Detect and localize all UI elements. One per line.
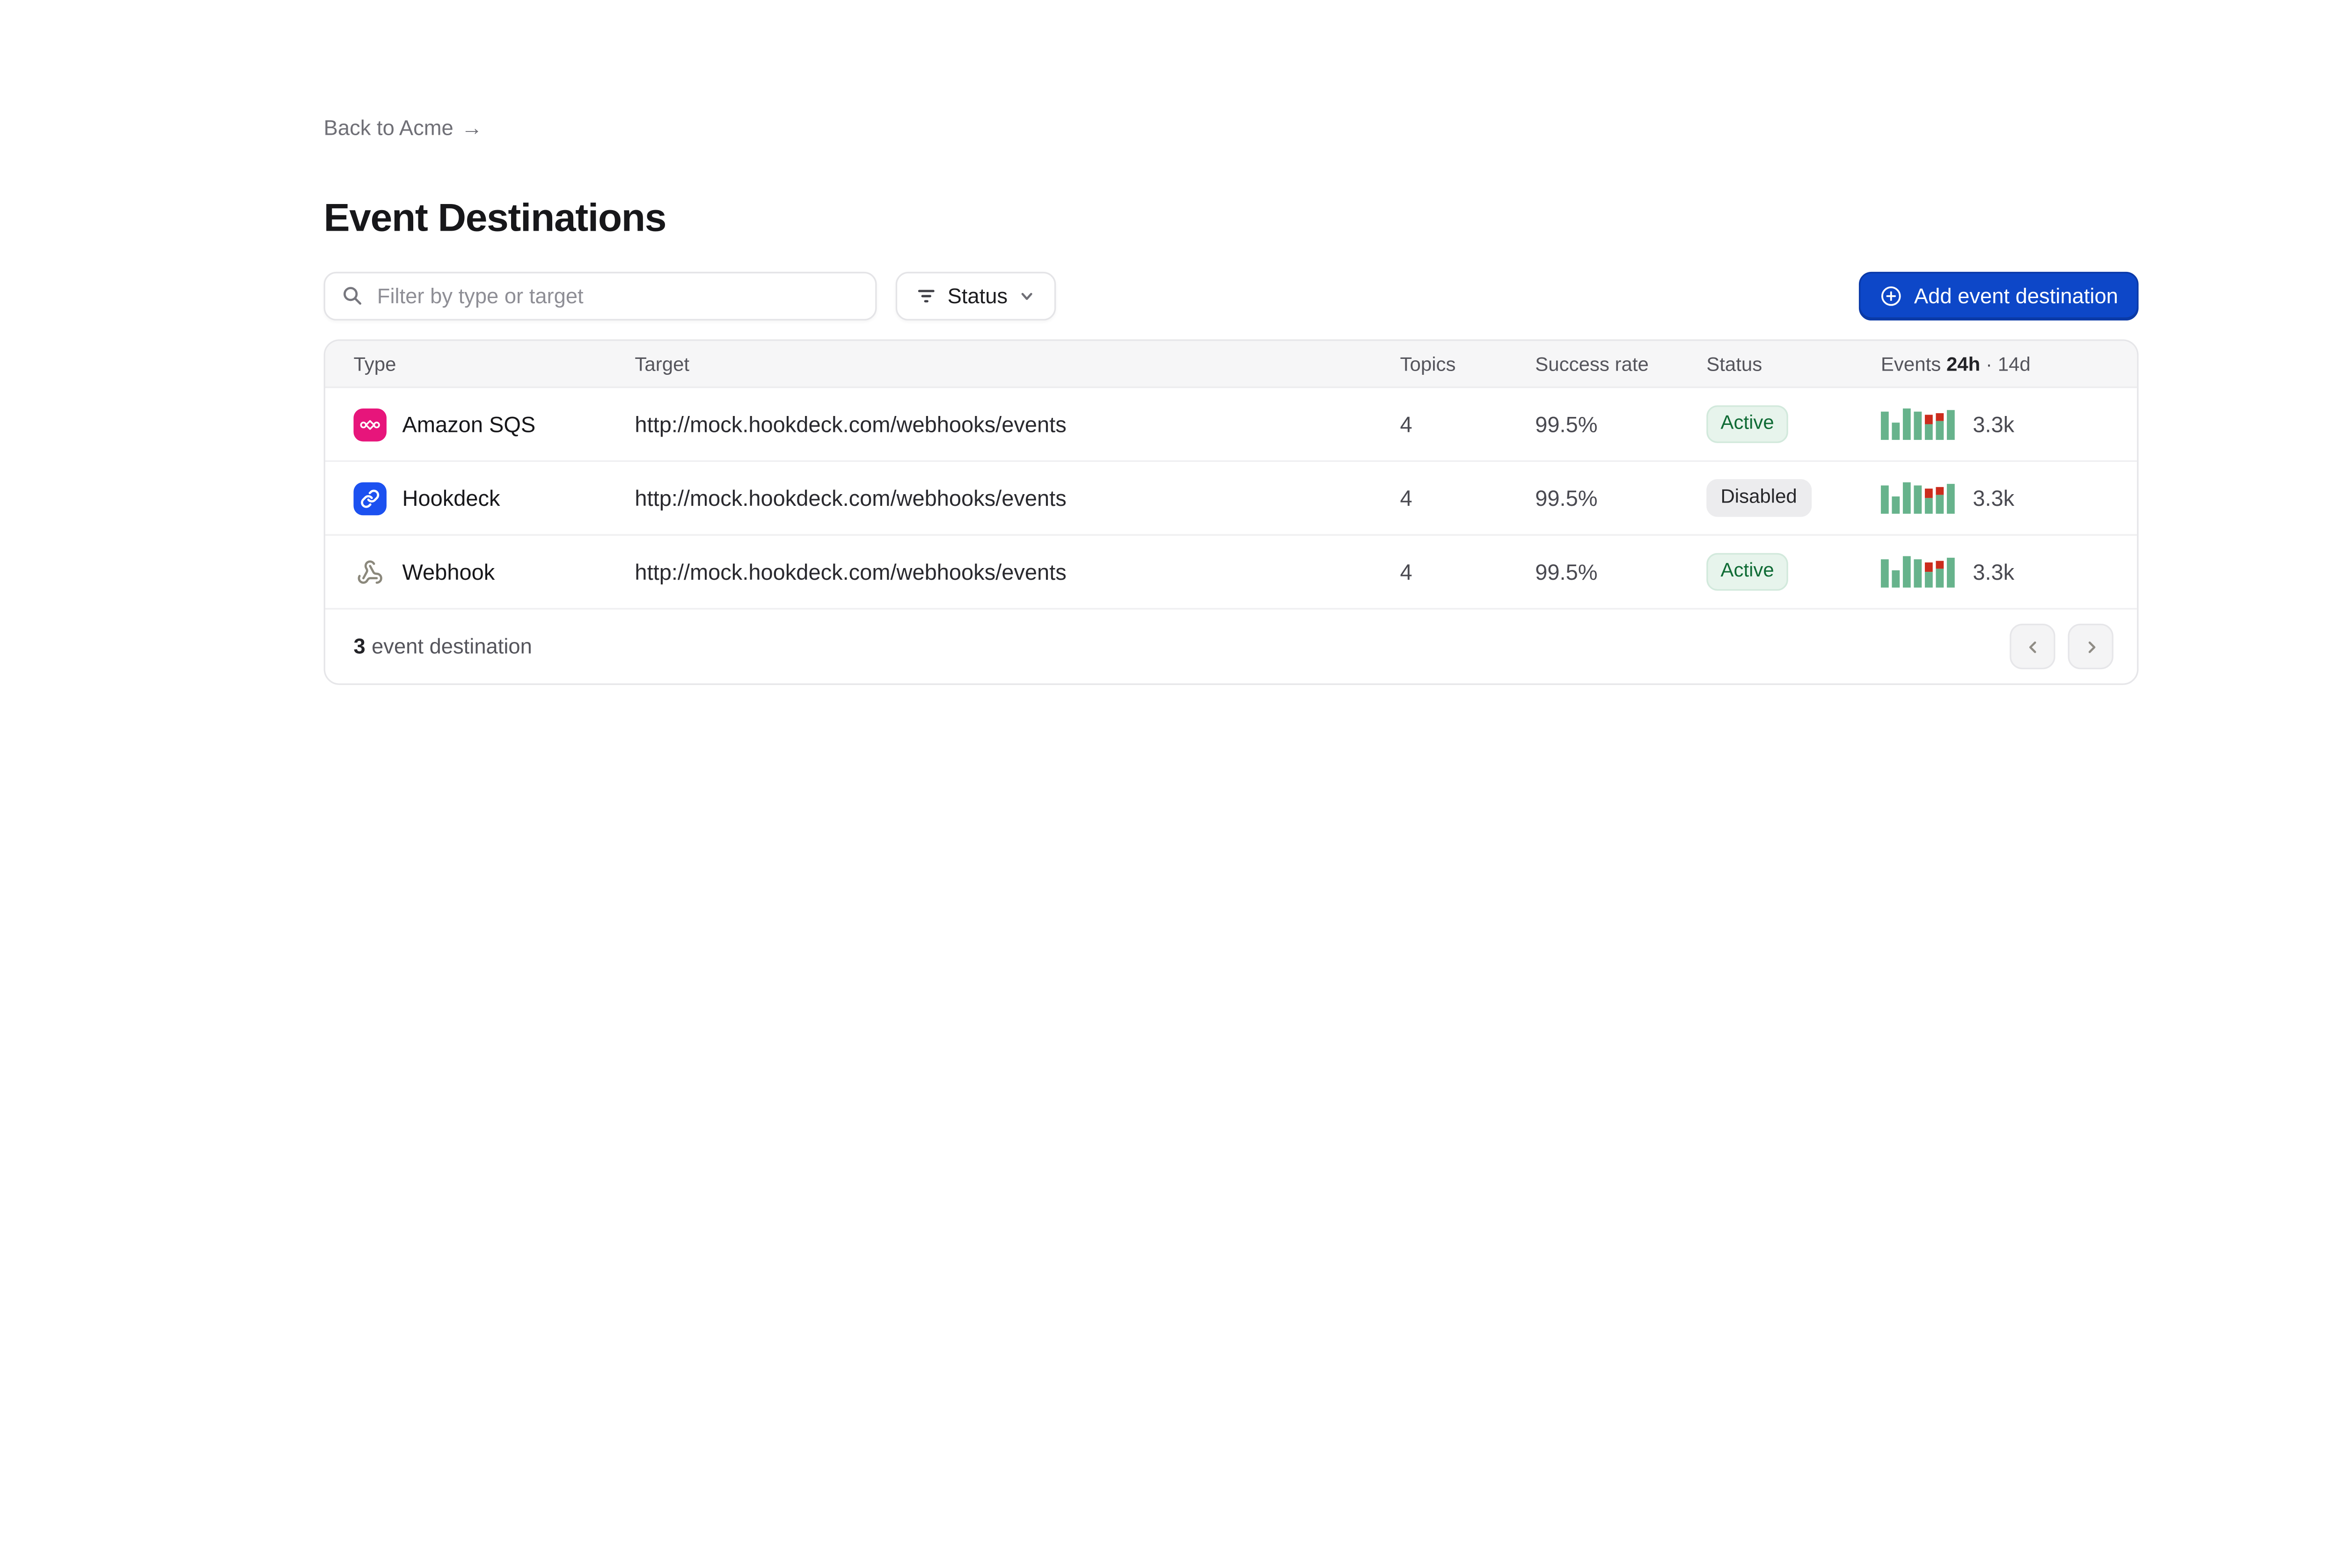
events-count: 3.3k — [1973, 559, 2014, 584]
col-header-events: Events 24h · 14d — [1881, 353, 2137, 375]
add-event-destination-button[interactable]: Add event destination — [1859, 272, 2138, 321]
type-cell: Hookdeck — [325, 481, 635, 515]
table-row-webhook[interactable]: Webhook http://mock.hookdeck.com/webhook… — [325, 536, 2137, 610]
success-rate-cell: 99.5% — [1535, 559, 1706, 584]
status-cell: Disabled — [1706, 480, 1881, 517]
table-row-amazon-sqs[interactable]: Amazon SQS http://mock.hookdeck.com/webh… — [325, 388, 2137, 462]
target-cell: http://mock.hookdeck.com/webhooks/events — [635, 412, 1400, 437]
topics-cell: 4 — [1400, 559, 1536, 584]
events-cell: 3.3k — [1881, 408, 2137, 440]
events-cell: 3.3k — [1881, 556, 2137, 588]
destination-type-label: Amazon SQS — [402, 412, 536, 437]
target-cell: http://mock.hookdeck.com/webhooks/events — [635, 559, 1400, 584]
table-row-hookdeck[interactable]: Hookdeck http://mock.hookdeck.com/webhoo… — [325, 462, 2137, 536]
hookdeck-icon — [353, 481, 387, 515]
events-sparkline — [1881, 556, 1954, 588]
chevron-down-icon — [1019, 287, 1036, 305]
event-destinations-page: Back to Acme → Event Destinations Status — [0, 0, 2340, 1568]
chevron-right-icon — [2081, 637, 2100, 656]
page-title: Event Destinations — [324, 197, 2139, 242]
event-destinations-table: Type Target Topics Success rate Status E… — [324, 339, 2139, 685]
status-filter-button[interactable]: Status — [896, 272, 1056, 321]
target-cell: http://mock.hookdeck.com/webhooks/events — [635, 485, 1400, 511]
events-sparkline — [1881, 482, 1954, 514]
status-filter-label: Status — [948, 284, 1008, 308]
status-cell: Active — [1706, 553, 1881, 590]
destination-type-label: Hookdeck — [402, 485, 500, 511]
amazon-sqs-icon — [353, 408, 387, 441]
status-badge: Disabled — [1706, 480, 1811, 517]
destination-type-label: Webhook — [402, 559, 495, 584]
col-header-status: Status — [1706, 353, 1881, 375]
col-header-success-rate: Success rate — [1535, 353, 1706, 375]
back-link-label: Back to Acme — [324, 116, 453, 139]
type-cell: Amazon SQS — [325, 408, 635, 441]
content-area: Back to Acme → Event Destinations Status — [324, 0, 2139, 685]
events-cell: 3.3k — [1881, 482, 2137, 514]
status-cell: Active — [1706, 406, 1881, 443]
events-sparkline — [1881, 408, 1954, 440]
search-input[interactable] — [324, 272, 877, 321]
search-icon — [341, 284, 363, 306]
status-badge: Active — [1706, 553, 1788, 590]
status-badge: Active — [1706, 406, 1788, 443]
filter-icon — [916, 286, 936, 306]
destination-count-label: event destination — [372, 634, 532, 658]
previous-page-button[interactable] — [2010, 624, 2055, 669]
success-rate-cell: 99.5% — [1535, 412, 1706, 437]
type-cell: Webhook — [325, 555, 635, 589]
events-14d-toggle[interactable]: 14d — [1998, 353, 2031, 375]
col-header-type: Type — [325, 353, 635, 375]
search-box — [324, 272, 877, 321]
topics-cell: 4 — [1400, 485, 1536, 511]
events-count: 3.3k — [1973, 412, 2014, 437]
events-count: 3.3k — [1973, 485, 2014, 511]
table-footer: 3 event destination — [325, 610, 2137, 684]
table-header-row: Type Target Topics Success rate Status E… — [325, 341, 2137, 388]
destination-count: 3 — [353, 634, 365, 658]
plus-circle-icon — [1879, 284, 1903, 308]
success-rate-cell: 99.5% — [1535, 485, 1706, 511]
events-24h-toggle[interactable]: 24h — [1946, 353, 1980, 375]
pagination — [2010, 624, 2113, 669]
col-header-topics: Topics — [1400, 353, 1536, 375]
toolbar: Status Add event destination — [324, 272, 2139, 321]
webhook-icon — [353, 555, 387, 589]
chevron-left-icon — [2023, 637, 2042, 656]
topics-cell: 4 — [1400, 412, 1536, 437]
arrow-right-icon: → — [461, 116, 483, 139]
add-button-label: Add event destination — [1914, 284, 2118, 308]
back-to-acme-link[interactable]: Back to Acme → — [324, 116, 483, 139]
next-page-button[interactable] — [2068, 624, 2113, 669]
col-header-target: Target — [635, 353, 1400, 375]
